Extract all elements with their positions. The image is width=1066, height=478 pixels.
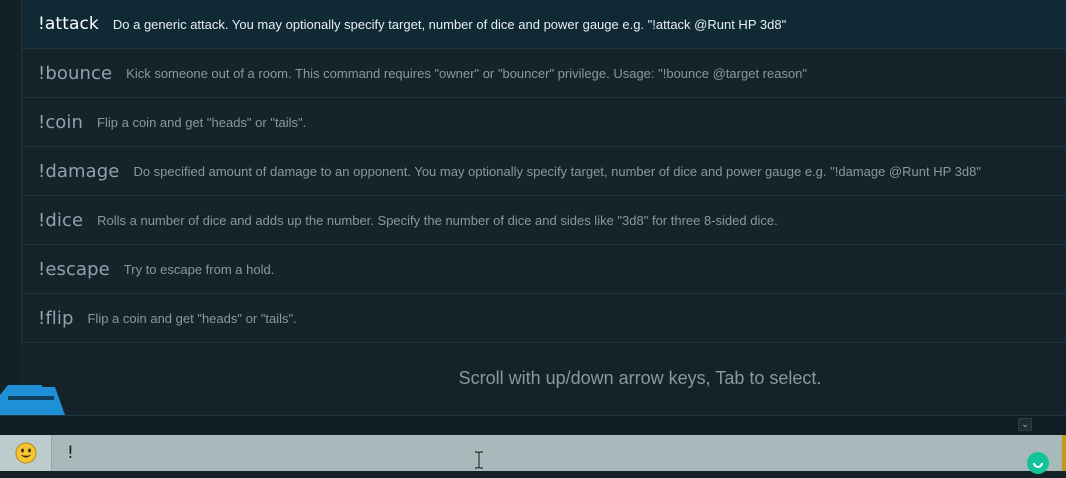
emoji-button[interactable] xyxy=(0,435,52,471)
hint-container: Scroll with up/down arrow keys, Tab to s… xyxy=(0,0,1066,471)
text-cursor-icon xyxy=(475,451,483,469)
smiley-face-icon xyxy=(15,442,36,464)
chevron-down-icon[interactable]: ⌄ xyxy=(1018,418,1032,431)
message-input[interactable] xyxy=(53,435,1061,471)
right-accent-bar xyxy=(1062,435,1066,471)
message-input-row xyxy=(0,435,1066,471)
sidebar-tab-shape xyxy=(0,385,65,415)
scroll-hint: Scroll with up/down arrow keys, Tab to s… xyxy=(458,368,822,388)
input-toolbar-strip xyxy=(0,415,1066,435)
